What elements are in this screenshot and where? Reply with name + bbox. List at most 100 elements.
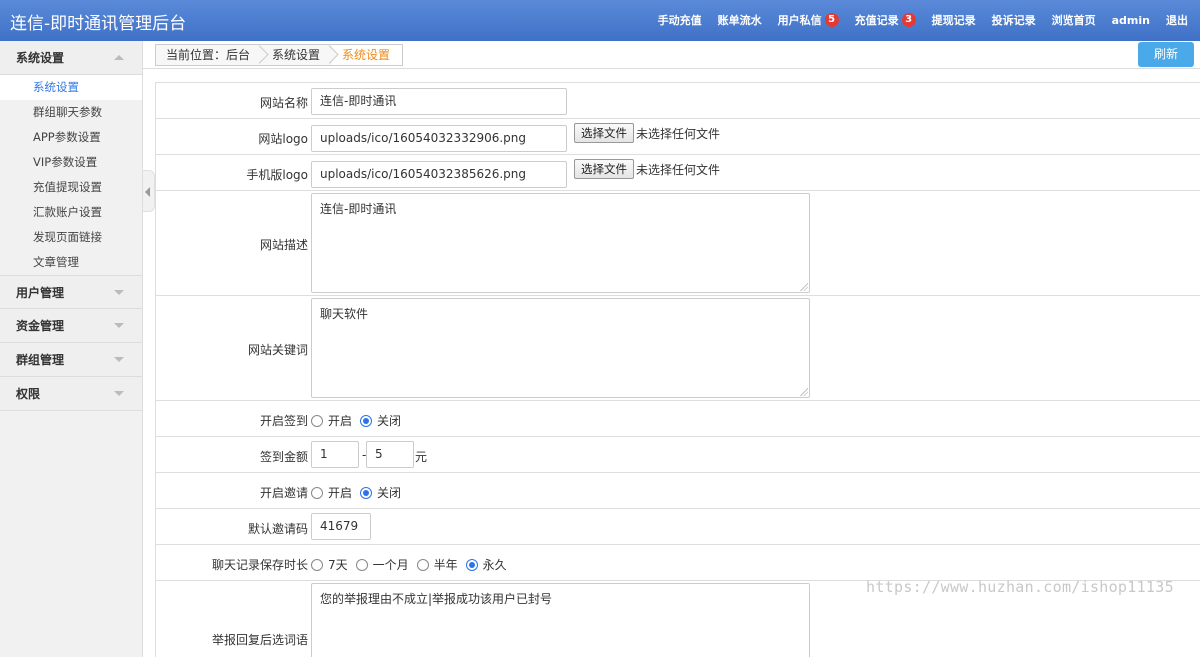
nav-manual-recharge[interactable]: 手动充值 bbox=[658, 12, 702, 28]
sidebar-group-users[interactable]: 用户管理 bbox=[0, 275, 142, 309]
nav-label: 充值记录 bbox=[854, 14, 899, 27]
chevron-left-icon bbox=[145, 187, 150, 197]
breadcrumb-item[interactable]: 系统设置 bbox=[262, 45, 332, 65]
retention-halfyear-radio[interactable] bbox=[416, 558, 429, 571]
sidebar-item-app-params[interactable]: APP参数设置 bbox=[0, 125, 142, 150]
site-name-input[interactable]: 连信-即时通讯 bbox=[311, 88, 567, 115]
form-row-default-invite-code: 默认邀请码 41679 bbox=[156, 509, 1200, 545]
nav-label: 投诉记录 bbox=[991, 14, 1036, 27]
nav-label: 手动充值 bbox=[657, 14, 702, 27]
mobile-logo-path-input[interactable]: uploads/ico/16054032385626.png bbox=[311, 161, 567, 188]
checkin-radio-group: 开启 关闭 bbox=[311, 412, 409, 429]
field-label: 手机版logo bbox=[246, 168, 308, 182]
top-nav: 手动充值 账单流水 用户私信 5 充值记录 3 提现记录 投诉记录 浏览首页 adm… bbox=[642, 12, 1188, 28]
sidebar-item-discover-links[interactable]: 发现页面链接 bbox=[0, 225, 142, 250]
sidebar-item-group-chat-params[interactable]: 群组聊天参数 bbox=[0, 100, 142, 125]
nav-logout[interactable]: 退出 bbox=[1166, 12, 1188, 28]
messages-badge: 5 bbox=[824, 13, 839, 27]
chevron-down-icon bbox=[114, 323, 124, 328]
form-row-checkin-enabled: 开启签到 开启 关闭 bbox=[156, 401, 1200, 437]
field-label: 默认邀请码 bbox=[247, 522, 308, 536]
breadcrumb-current: 系统设置 bbox=[332, 45, 403, 65]
checkin-min-input[interactable]: 1 bbox=[311, 441, 359, 468]
sidebar-group-label: 权限 bbox=[16, 387, 41, 401]
breadcrumb: 当前位置：后台 系统设置 系统设置 bbox=[155, 44, 404, 66]
mobile-logo-file-status: 未选择任何文件 bbox=[636, 163, 721, 177]
chevron-down-icon bbox=[114, 391, 124, 396]
report-reply-textarea[interactable]: 您的举报理由不成立|举报成功该用户已封号 bbox=[311, 583, 810, 657]
sidebar-collapse-handle[interactable] bbox=[143, 170, 155, 212]
resize-grip-icon[interactable] bbox=[800, 388, 808, 396]
radio-label: 7天 bbox=[328, 558, 348, 572]
site-logo-choose-file-button[interactable]: 选择文件 bbox=[574, 123, 634, 143]
radio-label: 半年 bbox=[433, 558, 458, 572]
currency-unit: 元 bbox=[415, 450, 428, 464]
app-title: 连信-即时通讯管理后台 bbox=[10, 14, 187, 34]
field-label: 举报回复后选词语 bbox=[211, 633, 308, 647]
nav-bill-flow[interactable]: 账单流水 bbox=[718, 12, 762, 28]
nav-withdraw-records[interactable]: 提现记录 bbox=[932, 12, 976, 28]
invite-off-radio[interactable] bbox=[360, 486, 373, 499]
resize-grip-icon[interactable] bbox=[800, 283, 808, 291]
sidebar-group-system-settings[interactable]: 系统设置 bbox=[0, 41, 142, 75]
top-header: 连信-即时通讯管理后台 手动充值 账单流水 用户私信 5 充值记录 3 提现记录 投… bbox=[0, 0, 1200, 41]
textarea-value: 连信-即时通讯 bbox=[320, 202, 397, 216]
retention-forever-radio[interactable] bbox=[465, 558, 478, 571]
field-label: 网站描述 bbox=[259, 238, 308, 252]
invite-radio-group: 开启 关闭 bbox=[311, 484, 409, 501]
checkin-off-radio[interactable] bbox=[360, 414, 373, 427]
retention-1month-radio[interactable] bbox=[355, 558, 368, 571]
sidebar-item-system-settings[interactable]: 系统设置 bbox=[0, 75, 142, 100]
nav-browse-home[interactable]: 浏览首页 bbox=[1052, 12, 1096, 28]
site-description-textarea[interactable]: 连信-即时通讯 bbox=[311, 193, 810, 293]
sidebar-item-articles[interactable]: 文章管理 bbox=[0, 250, 142, 275]
field-label: 网站关键词 bbox=[247, 343, 308, 357]
field-label: 网站logo bbox=[258, 132, 308, 146]
chevron-up-icon bbox=[114, 55, 124, 60]
refresh-button[interactable]: 刷新 bbox=[1138, 42, 1194, 67]
textarea-value: 聊天软件 bbox=[320, 307, 369, 321]
chat-retention-radio-group: 7天 一个月 半年 永久 bbox=[311, 556, 515, 573]
breadcrumb-item[interactable]: 当前位置：后台 bbox=[156, 45, 262, 65]
invite-on-radio[interactable] bbox=[311, 486, 323, 499]
form-row-mobile-logo: 手机版logo uploads/ico/16054032385626.png 选… bbox=[156, 155, 1200, 191]
radio-label: 关闭 bbox=[377, 486, 402, 500]
radio-label: 开启 bbox=[328, 486, 353, 500]
field-label: 开启签到 bbox=[259, 414, 308, 428]
checkin-max-input[interactable]: 5 bbox=[366, 441, 414, 468]
chevron-down-icon bbox=[114, 290, 124, 295]
breadcrumb-bar: 当前位置：后台 系统设置 系统设置 刷新 bbox=[143, 41, 1200, 69]
nav-label: 账单流水 bbox=[717, 14, 762, 27]
sidebar: 系统设置 系统设置 群组聊天参数 APP参数设置 VIP参数设置 充值提现设置 … bbox=[0, 41, 143, 657]
nav-recharge-records[interactable]: 充值记录 3 bbox=[855, 12, 916, 28]
nav-label: 用户私信 bbox=[777, 14, 822, 27]
form-row-site-description: 网站描述 连信-即时通讯 bbox=[156, 191, 1200, 296]
watermark: https://www.huzhan.com/ishop11135 bbox=[866, 578, 1174, 596]
sidebar-group-groups[interactable]: 群组管理 bbox=[0, 343, 142, 377]
nav-label: admin bbox=[1111, 13, 1150, 27]
default-invite-code-input[interactable]: 41679 bbox=[311, 513, 371, 540]
mobile-logo-choose-file-button[interactable]: 选择文件 bbox=[574, 159, 634, 179]
sidebar-group-label: 用户管理 bbox=[16, 285, 65, 300]
nav-user-messages[interactable]: 用户私信 5 bbox=[778, 12, 839, 28]
form-row-checkin-amount: 签到金额 1 - 5 元 bbox=[156, 437, 1200, 473]
radio-label: 开启 bbox=[328, 414, 353, 428]
sidebar-group-label: 系统设置 bbox=[16, 51, 65, 65]
nav-label: 提现记录 bbox=[931, 14, 976, 27]
site-keywords-textarea[interactable]: 聊天软件 bbox=[311, 298, 810, 398]
chevron-down-icon bbox=[114, 357, 124, 362]
sidebar-group-permissions[interactable]: 权限 bbox=[0, 377, 142, 411]
sidebar-item-remit-accounts[interactable]: 汇款账户设置 bbox=[0, 200, 142, 225]
checkin-on-radio[interactable] bbox=[311, 414, 323, 427]
site-logo-path-input[interactable]: uploads/ico/16054032332906.png bbox=[311, 125, 567, 152]
sidebar-item-recharge-withdraw[interactable]: 充值提现设置 bbox=[0, 175, 142, 200]
sidebar-item-vip-params[interactable]: VIP参数设置 bbox=[0, 150, 142, 175]
sidebar-group-funds[interactable]: 资金管理 bbox=[0, 309, 142, 343]
sidebar-subitems: 系统设置 群组聊天参数 APP参数设置 VIP参数设置 充值提现设置 汇款账户设… bbox=[0, 75, 142, 275]
nav-admin-user[interactable]: admin bbox=[1112, 12, 1150, 28]
retention-7days-radio[interactable] bbox=[311, 558, 323, 571]
field-label: 开启邀请 bbox=[259, 486, 308, 500]
radio-label: 永久 bbox=[482, 558, 507, 572]
field-label: 签到金额 bbox=[259, 450, 308, 464]
nav-complaint-records[interactable]: 投诉记录 bbox=[992, 12, 1036, 28]
